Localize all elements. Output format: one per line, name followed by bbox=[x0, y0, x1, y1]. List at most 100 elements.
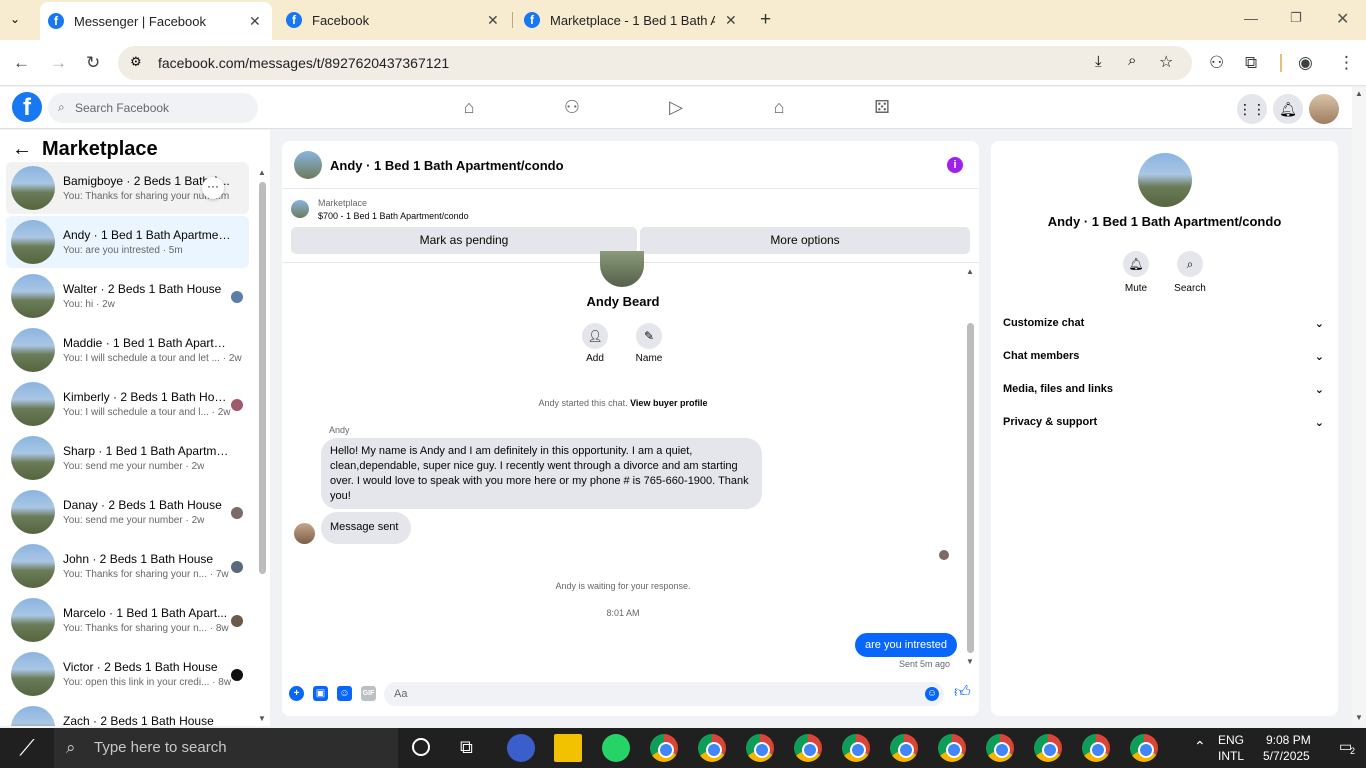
minimize-icon[interactable]: — bbox=[1244, 10, 1258, 26]
app-icon[interactable] bbox=[507, 734, 535, 762]
chat-info-avatar[interactable] bbox=[1138, 153, 1192, 207]
gif-icon[interactable]: GIF bbox=[361, 686, 376, 701]
forward-icon[interactable]: → bbox=[50, 53, 67, 73]
conversation-item[interactable]: Zach · 2 Beds 1 Bath House bbox=[6, 702, 249, 726]
menu-grid-icon[interactable]: ⋮⋮ bbox=[1237, 94, 1267, 124]
gaming-icon[interactable]: ⚄ bbox=[870, 97, 894, 119]
privacy-support-row[interactable]: Privacy & support ⌄ bbox=[1003, 416, 1328, 440]
view-buyer-profile-link[interactable]: View buyer profile bbox=[630, 398, 707, 408]
conversation-item[interactable]: Danay · 2 Beds 1 Bath House You: send me … bbox=[6, 486, 249, 538]
close-tab-icon[interactable]: ✕ bbox=[487, 12, 499, 29]
sticker-icon[interactable]: ☺ bbox=[337, 686, 352, 701]
conversation-item[interactable]: Maddie · 1 Bed 1 Bath Apartme... You: I w… bbox=[6, 324, 249, 376]
tab-search-icon[interactable]: ⌄ bbox=[10, 12, 20, 26]
menu-kebab-icon[interactable]: ⋮ bbox=[1338, 53, 1355, 73]
zoom-icon[interactable]: ⌕ bbox=[1128, 52, 1136, 69]
install-app-icon[interactable]: ⤓ bbox=[1095, 53, 1102, 70]
taskbar-search-input[interactable]: Type here to search bbox=[54, 728, 398, 768]
bookmark-star-icon[interactable]: ☆ bbox=[1159, 52, 1173, 72]
listing-price[interactable]: $700 - 1 Bed 1 Bath Apartment/condo bbox=[318, 211, 469, 221]
facebook-search-input[interactable]: Search Facebook bbox=[48, 93, 258, 123]
profile-avatar[interactable] bbox=[600, 251, 644, 287]
info-icon[interactable]: i bbox=[947, 157, 963, 173]
page-scrollbar[interactable]: ▲ ▼ bbox=[1352, 87, 1366, 726]
scroll-down-icon[interactable]: ▼ bbox=[258, 714, 266, 723]
chrome-icon[interactable] bbox=[698, 734, 726, 762]
chat-title[interactable]: Andy · 1 Bed 1 Bath Apartment/condo bbox=[330, 158, 564, 173]
close-tab-icon[interactable]: ✕ bbox=[725, 12, 737, 29]
reload-icon[interactable]: ↻ bbox=[86, 53, 100, 73]
home-icon[interactable]: ⌂ bbox=[457, 97, 481, 119]
plus-icon[interactable]: + bbox=[289, 686, 304, 701]
message-input[interactable]: Aa bbox=[384, 682, 944, 706]
friends-icon[interactable]: ⚇ bbox=[560, 97, 584, 119]
restore-icon[interactable]: ❐ bbox=[1290, 10, 1302, 26]
start-icon[interactable]: ⟋ bbox=[0, 728, 54, 768]
add-person-icon[interactable]: 👤︎ bbox=[582, 323, 608, 349]
chrome-icon[interactable] bbox=[842, 734, 870, 762]
mark-as-pending-button[interactable]: Mark as pending bbox=[291, 227, 637, 254]
marketplace-icon[interactable]: ⌂ bbox=[767, 97, 791, 119]
video-icon[interactable]: ▷ bbox=[664, 97, 688, 119]
chrome-icon[interactable] bbox=[650, 734, 678, 762]
chrome-icon[interactable] bbox=[890, 734, 918, 762]
conversation-item[interactable]: Walter · 2 Beds 1 Bath House You: hi · 2w bbox=[6, 270, 249, 322]
clock-date[interactable]: 5/7/2025 bbox=[1263, 749, 1310, 763]
scroll-down-icon[interactable]: ▼ bbox=[966, 657, 974, 666]
chat-avatar[interactable] bbox=[294, 151, 322, 179]
chrome-icon[interactable] bbox=[1082, 734, 1110, 762]
mute-button[interactable]: 🔔︎ Mute bbox=[1116, 251, 1156, 294]
tab-marketplace[interactable]: f Marketplace - 1 Bed 1 Bath Apa ✕ bbox=[516, 0, 748, 40]
conversation-item[interactable]: John · 2 Beds 1 Bath House You: Thanks fo… bbox=[6, 540, 249, 592]
language-primary[interactable]: ENG bbox=[1218, 733, 1244, 747]
conversation-item[interactable]: Bamigboye · 2 Beds 1 Bath A... You: Thank… bbox=[6, 162, 249, 214]
sender-avatar[interactable] bbox=[294, 523, 315, 544]
site-info-icon[interactable]: ⚙ bbox=[130, 54, 142, 70]
task-view-icon[interactable]: ⧉ bbox=[460, 737, 473, 758]
chrome-icon[interactable] bbox=[938, 734, 966, 762]
extension-icon[interactable]: ⚇ bbox=[1209, 53, 1224, 73]
scrollbar[interactable] bbox=[259, 182, 266, 574]
scroll-down-icon[interactable]: ▼ bbox=[1355, 713, 1363, 722]
scroll-up-icon[interactable]: ▲ bbox=[966, 267, 974, 276]
whatsapp-icon[interactable] bbox=[602, 734, 630, 762]
edit-pencil-icon[interactable]: ✎ bbox=[636, 323, 662, 349]
language-secondary[interactable]: INTL bbox=[1218, 749, 1244, 763]
chrome-icon[interactable] bbox=[986, 734, 1014, 762]
close-tab-icon[interactable]: ✕ bbox=[249, 13, 261, 30]
listing-thumbnail[interactable] bbox=[291, 200, 309, 218]
clock-time[interactable]: 9:08 PM bbox=[1266, 733, 1311, 747]
conversation-item[interactable]: Marcelo · 1 Bed 1 Bath Apart... You: Than… bbox=[6, 594, 249, 646]
sticky-notes-icon[interactable] bbox=[554, 734, 582, 762]
close-window-icon[interactable]: ✕ bbox=[1336, 9, 1349, 29]
chrome-icon[interactable] bbox=[794, 734, 822, 762]
chat-scrollbar[interactable] bbox=[967, 323, 974, 653]
conversation-item[interactable]: Victor · 2 Beds 1 Bath House You: open th… bbox=[6, 648, 249, 700]
tab-messenger[interactable]: f Messenger | Facebook ✕ bbox=[40, 2, 272, 40]
conversation-item[interactable]: Kimberly · 2 Beds 1 Bath House You: I wil… bbox=[6, 378, 249, 430]
media-files-links-row[interactable]: Media, files and links ⌄ bbox=[1003, 383, 1328, 407]
thumbs-up-icon[interactable]: 👍︎ bbox=[954, 683, 971, 702]
puzzle-extensions-icon[interactable]: ⧉ bbox=[1245, 53, 1257, 73]
photo-icon[interactable]: ▣ bbox=[313, 686, 328, 701]
message-bubble[interactable]: Hello! My name is Andy and I am definite… bbox=[321, 438, 762, 509]
message-bubble[interactable]: Message sent bbox=[321, 512, 411, 544]
tab-facebook[interactable]: f Facebook ✕ bbox=[278, 0, 508, 40]
conversation-item[interactable]: Sharp · 1 Bed 1 Bath Apartment... You: se… bbox=[6, 432, 249, 484]
cortana-icon[interactable] bbox=[412, 738, 430, 756]
chrome-icon[interactable] bbox=[746, 734, 774, 762]
notifications-bell-icon[interactable]: 🔔︎ bbox=[1273, 94, 1303, 124]
more-options-icon[interactable]: ··· bbox=[202, 177, 224, 199]
chevron-up-icon[interactable]: ⌃ bbox=[1194, 738, 1206, 755]
conversation-item[interactable]: Andy · 1 Bed 1 Bath Apartment/... You: ar… bbox=[6, 216, 249, 268]
emoji-icon[interactable]: ☺ bbox=[925, 687, 939, 701]
chrome-icon[interactable] bbox=[1130, 734, 1158, 762]
chat-members-row[interactable]: Chat members ⌄ bbox=[1003, 350, 1328, 374]
more-options-button[interactable]: More options bbox=[640, 227, 970, 254]
customize-chat-row[interactable]: Customize chat ⌄ bbox=[1003, 317, 1328, 341]
scroll-up-icon[interactable]: ▲ bbox=[258, 168, 266, 177]
profile-icon[interactable]: ◉ bbox=[1298, 53, 1313, 73]
search-button[interactable]: ⌕ Search bbox=[1170, 251, 1210, 294]
new-tab-icon[interactable]: + bbox=[760, 9, 771, 31]
back-icon[interactable]: ← bbox=[13, 53, 30, 73]
